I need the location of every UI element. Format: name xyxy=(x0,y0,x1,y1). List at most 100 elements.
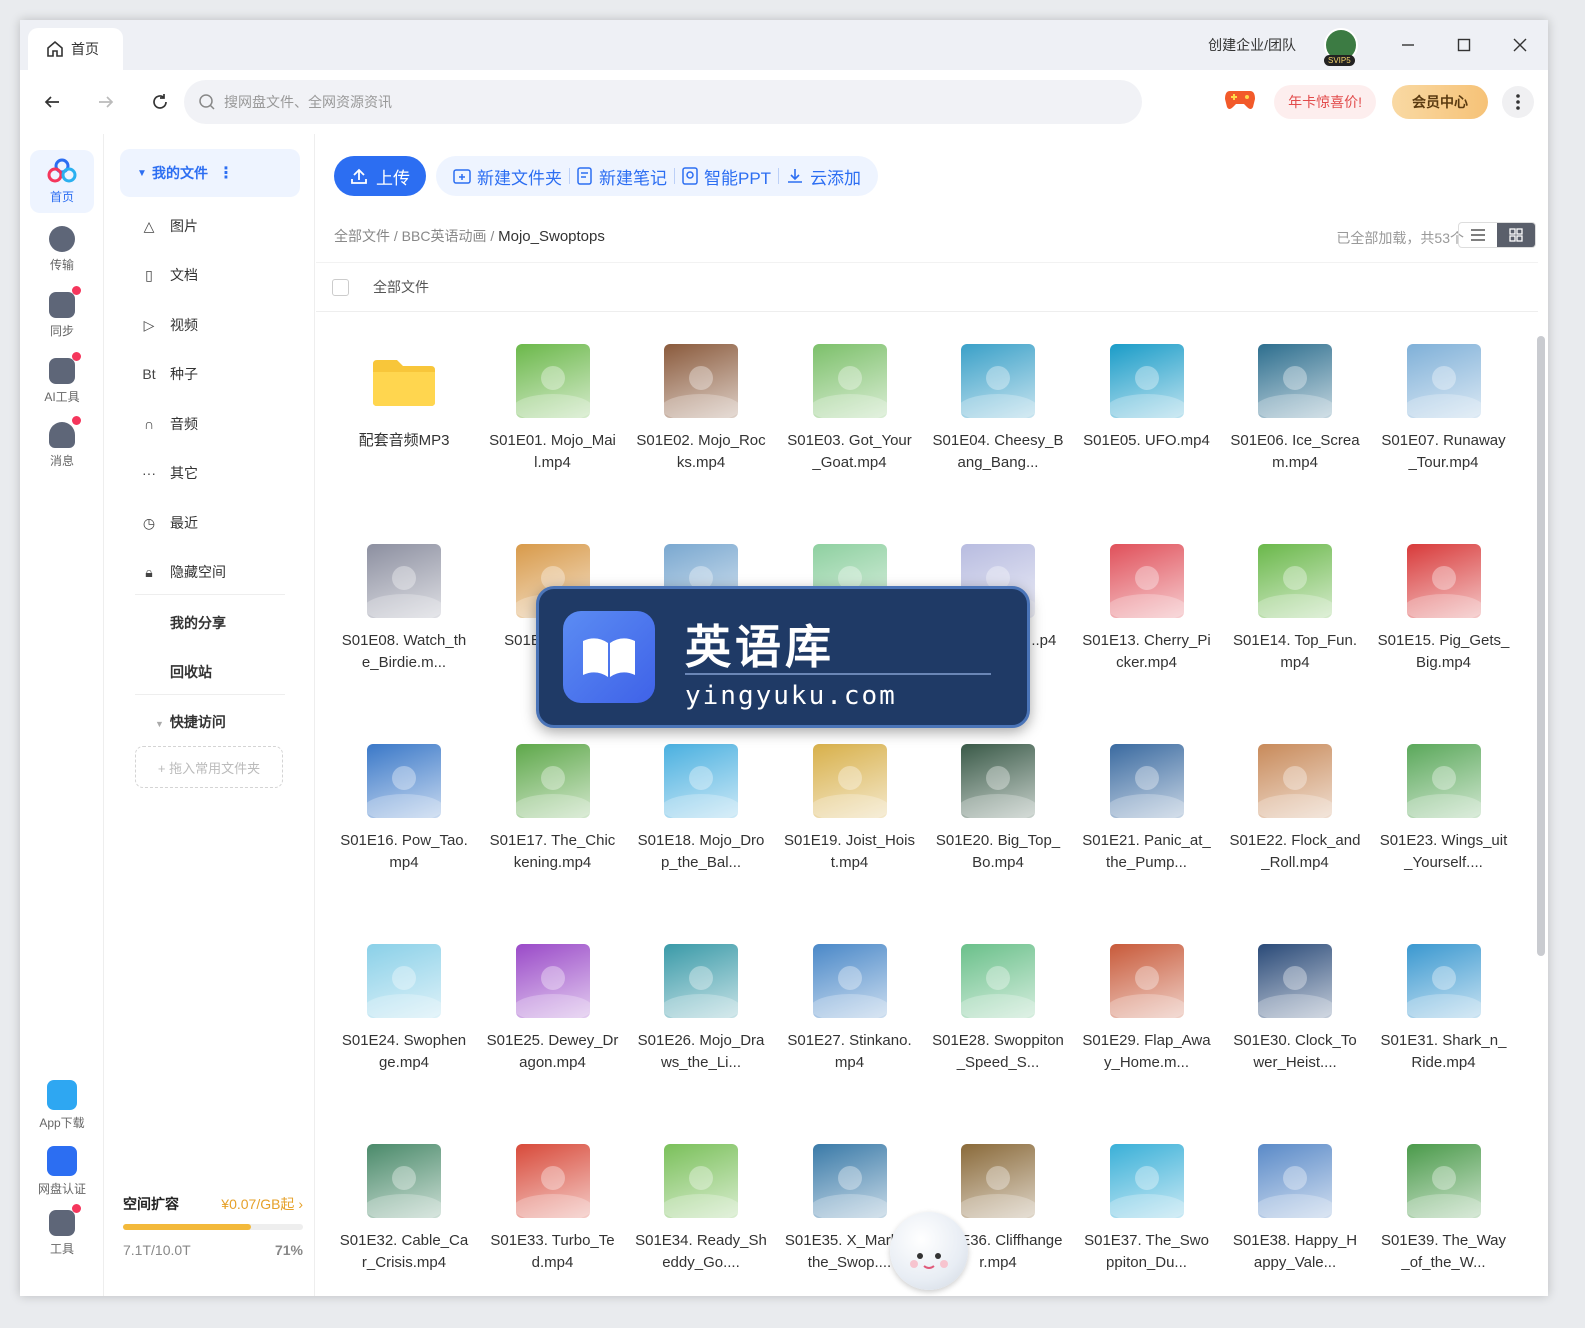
sidebar-item-other[interactable]: ··· 其它 xyxy=(142,463,198,483)
divider xyxy=(135,694,285,695)
file-item[interactable]: S01E06. Ice_Scream.mp4 xyxy=(1221,344,1369,474)
sidebar-my-files[interactable]: ▼ 我的文件 ⋮ xyxy=(120,149,300,197)
rail-auth[interactable]: 网盘认证 xyxy=(30,1146,94,1197)
close-button[interactable] xyxy=(1492,20,1548,70)
file-item[interactable]: S01E04. Cheesy_Bang_Bang... xyxy=(924,344,1072,474)
file-item[interactable]: S01E07. Runaway_Tour.mp4 xyxy=(1370,344,1518,474)
file-item[interactable]: S01E22. Flock_and_Roll.mp4 xyxy=(1221,744,1369,874)
file-item[interactable]: S01E37. The_Swoppiton_Du... xyxy=(1073,1144,1221,1274)
arrow-left-icon xyxy=(44,96,59,108)
sidebar-item-audio[interactable]: ∩ 音频 xyxy=(144,414,198,434)
file-name: S01E31. Shark_n_Ride.mp4 xyxy=(1380,1032,1507,1071)
file-item[interactable]: S01E01. Mojo_Mail.mp4 xyxy=(479,344,627,474)
tab-label: 首页 xyxy=(71,41,99,57)
maximize-button[interactable] xyxy=(1436,20,1492,70)
cloud-add-button[interactable]: 云添加 xyxy=(779,164,868,189)
avatar[interactable]: SVIP5 xyxy=(1324,28,1358,66)
breadcrumb-root[interactable]: 全部文件 xyxy=(334,228,390,244)
rail-sync[interactable]: 同步 xyxy=(30,286,94,339)
file-item[interactable]: S01E21. Panic_at_the_Pump... xyxy=(1073,744,1221,874)
sidebar-item-label: 图片 xyxy=(170,218,198,234)
sidebar-item-docs[interactable]: ▯ 文档 xyxy=(145,265,198,285)
file-item[interactable]: S01E19. Joist_Hoist.mp4 xyxy=(776,744,924,874)
smart-ppt-button[interactable]: 智能PPT xyxy=(675,164,778,189)
file-item[interactable]: S01E30. Clock_Tower_Heist.... xyxy=(1221,944,1369,1074)
sidebar-quick-access[interactable]: ▼ 快捷访问 xyxy=(155,712,226,732)
file-item[interactable]: S01E32. Cable_Car_Crisis.mp4 xyxy=(330,1144,478,1274)
verify-icon xyxy=(47,1146,77,1176)
file-item[interactable]: S01E16. Pow_Tao.mp4 xyxy=(330,744,478,874)
file-item[interactable]: S01E08. Watch_the_Birdie.m... xyxy=(330,544,478,674)
assistant-mascot[interactable] xyxy=(890,1212,968,1290)
file-name: S01E01. Mojo_Mail.mp4 xyxy=(489,432,616,471)
quick-access-dropzone[interactable]: + 拖入常用文件夹 xyxy=(135,746,283,788)
file-item[interactable]: S01E05. UFO.mp4 xyxy=(1073,344,1221,474)
video-thumbnail xyxy=(664,744,738,818)
file-item[interactable]: 配套音频MP3 xyxy=(330,344,478,474)
file-item[interactable]: S01E31. Shark_n_Ride.mp4 xyxy=(1370,944,1518,1074)
file-count: 已全部加载，共53个 xyxy=(1336,230,1464,246)
search-input[interactable] xyxy=(224,94,824,110)
new-note-button[interactable]: 新建笔记 xyxy=(570,164,674,189)
sidebar-item-torrents[interactable]: Bt 种子 xyxy=(142,364,198,384)
file-item[interactable]: S01E02. Mojo_Rocks.mp4 xyxy=(627,344,775,474)
file-item[interactable]: S01E15. Pig_Gets_Big.mp4 xyxy=(1370,544,1518,674)
file-name: S01E19. Joist_Hoist.mp4 xyxy=(784,832,915,871)
rail-transfer[interactable]: 传输 xyxy=(30,226,94,273)
file-item[interactable]: S01E33. Turbo_Ted.mp4 xyxy=(479,1144,627,1274)
list-view-button[interactable] xyxy=(1459,223,1497,247)
upload-button[interactable]: 上传 xyxy=(334,156,426,196)
file-item[interactable]: S01E34. Ready_Sheddy_Go.... xyxy=(627,1144,775,1274)
sidebar-item-videos[interactable]: ▷ 视频 xyxy=(144,315,198,335)
sidebar-recycle[interactable]: 回收站 xyxy=(170,662,212,682)
sidebar-item-images[interactable]: △ 图片 xyxy=(144,216,198,236)
quota-label: 空间扩容 xyxy=(123,1196,179,1212)
rail-tools[interactable]: 工具 xyxy=(30,1204,94,1257)
file-item[interactable]: S01E28. Swoppiton_Speed_S... xyxy=(924,944,1072,1074)
select-all-checkbox[interactable] xyxy=(332,278,349,296)
file-item[interactable]: S01E20. Big_Top_Bo.mp4 xyxy=(924,744,1072,874)
watermark-title: 英语库 xyxy=(685,621,835,673)
document-icon: ▯ xyxy=(145,266,153,283)
file-item[interactable]: S01E18. Mojo_Drop_the_Bal... xyxy=(627,744,775,874)
create-team-link[interactable]: 创建企业/团队 xyxy=(1208,35,1296,55)
file-item[interactable]: S01E14. Top_Fun.mp4 xyxy=(1221,544,1369,674)
search-box[interactable] xyxy=(184,80,1142,124)
file-item[interactable]: S01E24. Swophenge.mp4 xyxy=(330,944,478,1074)
minimize-button[interactable] xyxy=(1380,20,1436,70)
back-button[interactable] xyxy=(30,93,74,111)
breadcrumb-parent[interactable]: BBC英语动画 xyxy=(402,228,487,244)
video-thumbnail xyxy=(1258,1144,1332,1218)
file-item[interactable]: S01E39. The_Way_of_the_W... xyxy=(1370,1144,1518,1274)
grid-view-button[interactable] xyxy=(1497,223,1535,247)
new-folder-button[interactable]: 新建文件夹 xyxy=(446,164,569,189)
file-item[interactable]: S01E25. Dewey_Dragon.mp4 xyxy=(479,944,627,1074)
file-item[interactable]: S01E26. Mojo_Draws_the_Li... xyxy=(627,944,775,1074)
rail-home[interactable]: 首页 xyxy=(30,150,94,213)
file-item[interactable]: S01E38. Happy_Happy_Vale... xyxy=(1221,1144,1369,1274)
video-thumbnail xyxy=(515,744,590,818)
rail-messages[interactable]: 消息 xyxy=(30,416,94,469)
file-item[interactable]: S01E17. The_Chickening.mp4 xyxy=(479,744,627,874)
refresh-button[interactable] xyxy=(138,93,182,111)
sidebar-my-share[interactable]: 我的分享 xyxy=(170,613,226,633)
file-item[interactable]: S01E23. Wings_uit_Yourself.... xyxy=(1370,744,1518,874)
sidebar-item-hidden[interactable]: 🔒︎ 隐藏空间 xyxy=(145,562,226,582)
promo-button[interactable]: 年卡惊喜价! xyxy=(1274,85,1376,119)
tab-home[interactable]: 首页 xyxy=(28,28,123,70)
sidebar-item-recent[interactable]: ◷ 最近 xyxy=(143,513,198,533)
forward-button[interactable] xyxy=(84,93,128,111)
scrollbar[interactable] xyxy=(1537,336,1545,956)
more-menu-button[interactable] xyxy=(1502,86,1534,118)
expand-price-link[interactable]: ¥0.07/GB起 › xyxy=(221,1194,303,1214)
file-item[interactable]: S01E27. Stinkano.mp4 xyxy=(776,944,924,1074)
rail-app[interactable]: App下载 xyxy=(30,1080,94,1131)
game-icon[interactable] xyxy=(1224,89,1256,116)
rail-ai[interactable]: AI工具 xyxy=(30,352,94,405)
file-item[interactable]: S01E13. Cherry_Picker.mp4 xyxy=(1073,544,1221,674)
my-files-label: 我的文件 xyxy=(152,165,208,181)
file-item[interactable]: S01E29. Flap_Away_Home.m... xyxy=(1073,944,1221,1074)
vip-center-button[interactable]: 会员中心 xyxy=(1392,85,1488,119)
kebab-icon[interactable]: ⋮ xyxy=(218,163,234,183)
file-item[interactable]: S01E03. Got_Your_Goat.mp4 xyxy=(776,344,924,474)
